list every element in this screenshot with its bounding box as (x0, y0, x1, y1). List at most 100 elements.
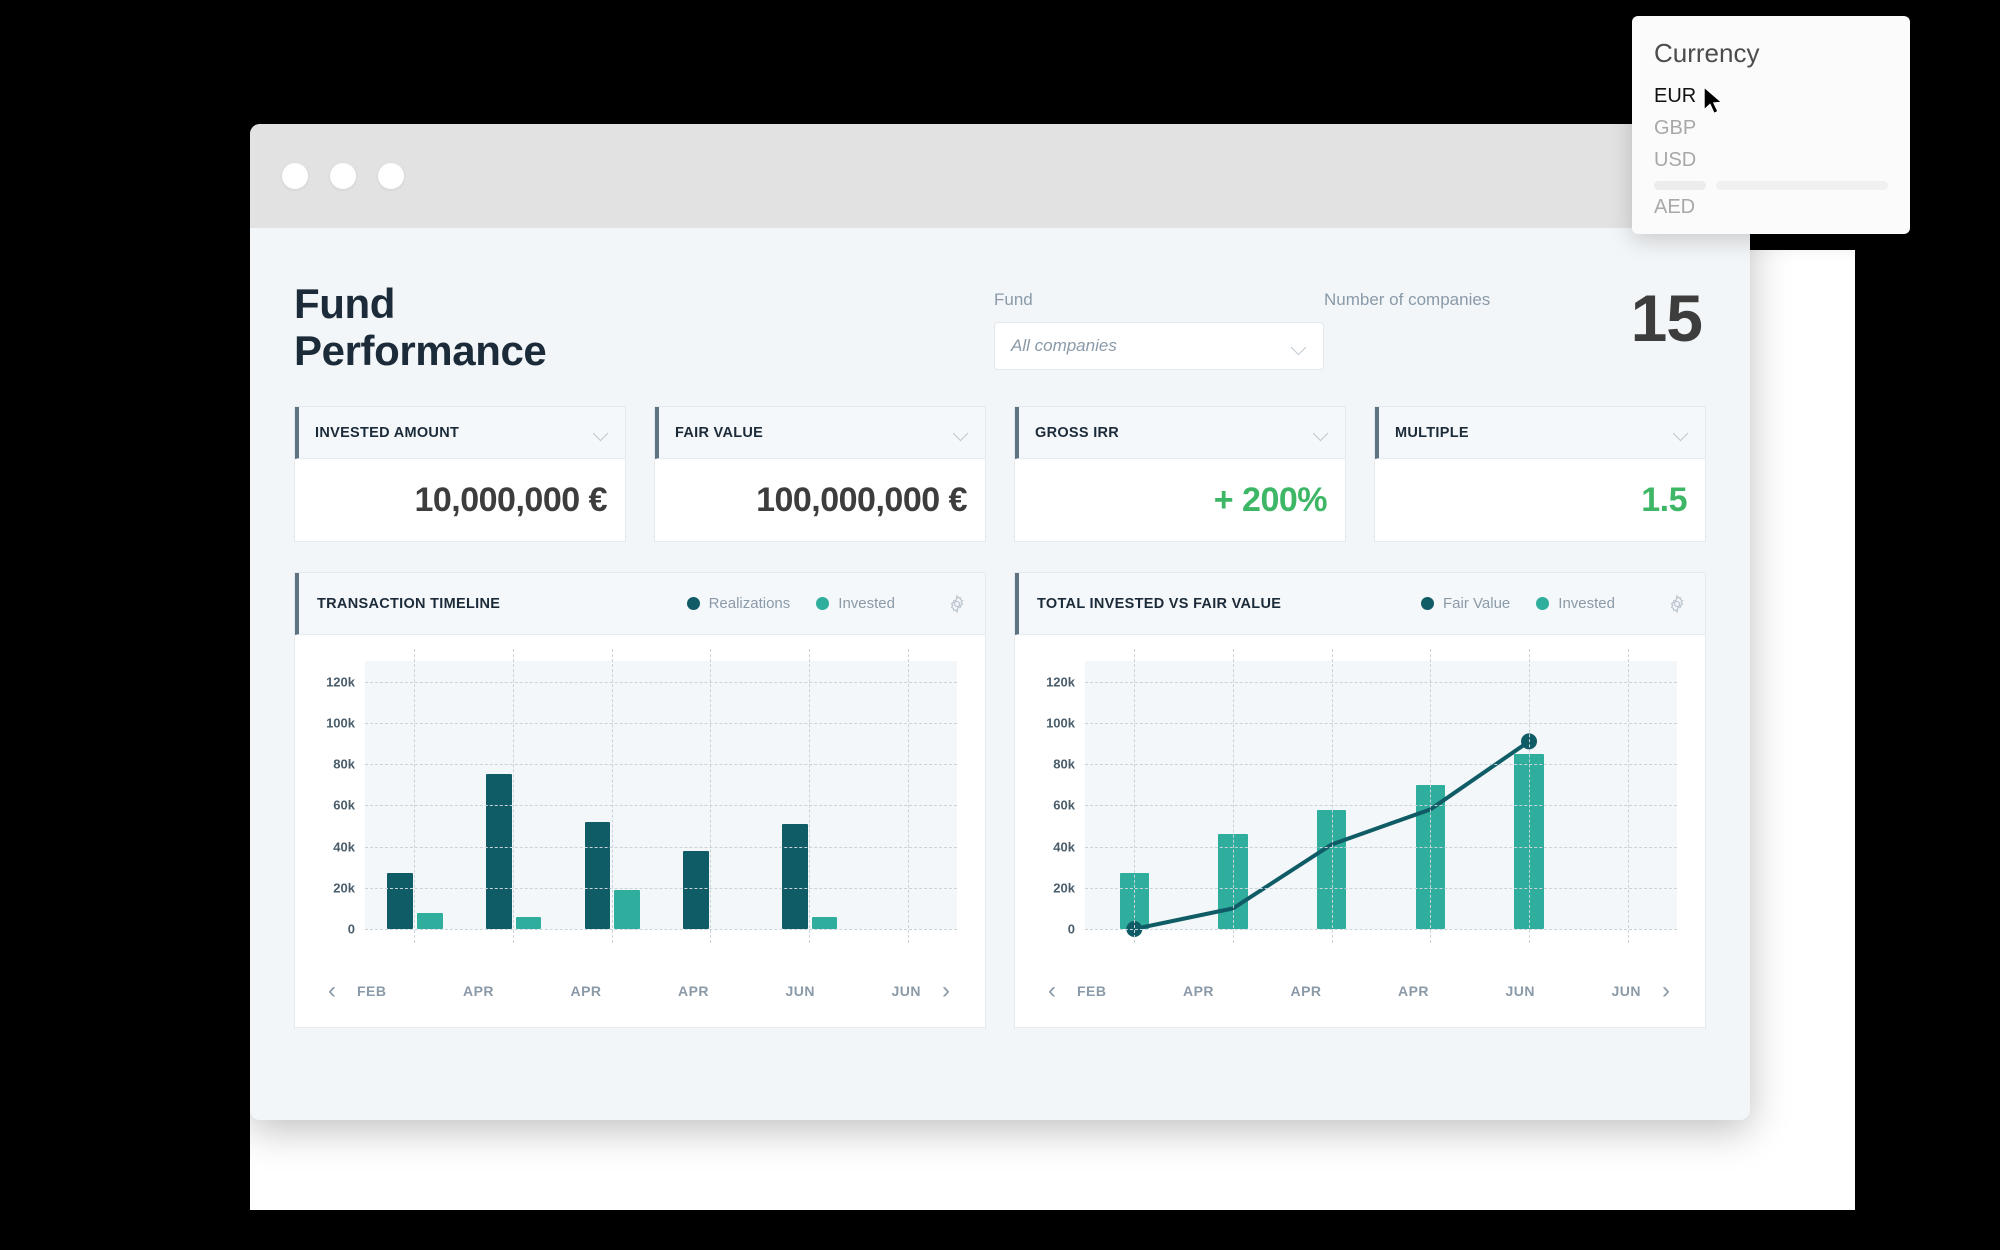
currency-option-usd[interactable]: USD (1654, 149, 1888, 172)
y-tick-label: 20k (333, 880, 355, 896)
kpi-card-invested-amount: INVESTED AMOUNT 10,000,000 € (294, 406, 626, 543)
kpi-body: 10,000,000 € (295, 459, 625, 541)
legend-label: Fair Value (1443, 595, 1511, 613)
maximize-icon[interactable] (378, 163, 404, 189)
currency-option-eur[interactable]: EUR (1654, 85, 1888, 108)
x-tick-label: JUN (1611, 983, 1641, 1000)
skeleton-bar-long (1716, 181, 1888, 190)
y-tick-label: 100k (326, 715, 355, 731)
x-tick-label: APR (1397, 983, 1430, 1000)
bar-invested (811, 916, 838, 930)
x-tick-label: APR (1290, 983, 1322, 1000)
chart-header: TRANSACTION TIMELINE Realizations Invest… (295, 573, 985, 636)
window-titlebar (250, 124, 1750, 228)
x-axis-left: ‹ FEB APR APR APR JUN JUN › (307, 961, 967, 1027)
kpi-label: MULTIPLE (1395, 424, 1469, 441)
chevron-down-icon[interactable] (953, 428, 969, 437)
next-page-chevron[interactable]: › (1655, 979, 1677, 1003)
chart-title: TOTAL INVESTED VS FAIR VALUE (1037, 595, 1282, 612)
minimize-icon[interactable] (330, 163, 356, 189)
chart-plot-area: 0 20k 40k 60k 80k 100k 120k ‹ FEB APR APR APR JUN J… (295, 635, 985, 1027)
gear-icon[interactable] (1667, 593, 1687, 614)
legend-label: Realizations (708, 595, 791, 613)
y-tick-label: 80k (1053, 756, 1075, 772)
chart-title: TRANSACTION TIMELINE (317, 595, 501, 612)
chevron-down-icon (1291, 342, 1307, 351)
screenshot-root: Fund Performance Fund All companies Numb… (0, 0, 2000, 1250)
kpi-value: 10,000,000 € (414, 480, 607, 519)
kpi-header[interactable]: GROSS IRR (1015, 407, 1345, 460)
y-tick-label: 100k (1046, 715, 1075, 731)
gridline-horizontal (365, 805, 957, 807)
kpi-value: 100,000,000 € (756, 480, 967, 519)
x-tick-label: APR (570, 983, 602, 1000)
legend-label: Invested (1558, 595, 1615, 613)
gridline-vertical (1430, 649, 1432, 944)
plot-right: 0 20k 40k 60k 80k 100k 120k (1027, 649, 1687, 961)
gridline-horizontal (1085, 681, 1677, 683)
gridline-horizontal (365, 887, 957, 889)
chevron-down-icon[interactable] (1673, 428, 1689, 437)
next-page-chevron[interactable]: › (935, 979, 957, 1003)
kpi-label: GROSS IRR (1035, 424, 1120, 441)
plot-left: 0 20k 40k 60k 80k 100k 120k (307, 649, 967, 961)
legend-item[interactable]: Invested (816, 595, 895, 612)
currency-title: Currency (1654, 38, 1760, 68)
currency-option-gbp[interactable]: GBP (1654, 117, 1888, 140)
gridline-vertical (414, 649, 416, 944)
page-title-line1: Fund (294, 280, 396, 327)
prev-page-chevron[interactable]: ‹ (321, 979, 343, 1003)
companies-count: 15 (1630, 281, 1703, 355)
prev-page-chevron[interactable]: ‹ (1041, 979, 1063, 1003)
skeleton-placeholder (1654, 181, 1888, 190)
y-tick-label: 80k (333, 756, 355, 772)
chart-card-total-invested-vs-fair-value: TOTAL INVESTED VS FAIR VALUE Fair Value … (1014, 572, 1706, 1029)
chart-legend: Realizations Invested (686, 593, 967, 614)
bar-realizations (387, 873, 414, 930)
legend-item[interactable]: Realizations (686, 595, 791, 613)
y-tick-label: 40k (1053, 839, 1075, 855)
y-tick-label: 60k (1053, 797, 1075, 813)
kpi-header[interactable]: MULTIPLE (1375, 407, 1705, 460)
y-axis-left: 0 20k 40k 60k 80k 100k 120k (307, 661, 359, 936)
gear-icon[interactable] (947, 593, 967, 614)
kpi-header[interactable]: INVESTED AMOUNT (295, 407, 625, 460)
gridline-vertical (1529, 649, 1530, 944)
bar-invested (614, 889, 640, 930)
fund-select[interactable]: All companies (994, 322, 1324, 370)
kpi-body: 100,000,000 € (655, 459, 985, 541)
kpi-row: INVESTED AMOUNT 10,000,000 € FAIR VALUE … (294, 406, 1706, 543)
y-tick-label: 0 (1067, 921, 1075, 937)
x-tick-label: APR (677, 983, 710, 1000)
gridline-horizontal (1085, 805, 1677, 807)
currency-option-aed[interactable]: AED (1654, 196, 1888, 219)
kpi-body: + 200% (1015, 459, 1345, 541)
bar-realizations (486, 774, 512, 930)
plot-grid-left (365, 649, 957, 944)
kpi-value: 1.5 (1641, 480, 1687, 519)
gridline-horizontal (1085, 764, 1677, 766)
legend-item[interactable]: Fair Value (1421, 595, 1510, 612)
chart-legend: Fair Value Invested (1421, 593, 1687, 614)
x-axis-right: ‹ FEB APR APR APR JUN JUN › (1027, 961, 1687, 1027)
close-icon[interactable] (282, 163, 308, 189)
chevron-down-icon[interactable] (593, 428, 609, 437)
gridline-horizontal (365, 722, 957, 724)
x-tick-label: JUN (1505, 983, 1536, 1000)
legend-label: Invested (838, 595, 895, 613)
bar-realizations (584, 821, 611, 930)
fund-label: Fund (994, 290, 1033, 309)
bars-left (365, 661, 957, 930)
bar-realizations (782, 823, 808, 930)
kpi-card-gross-irr: GROSS IRR + 200% (1014, 406, 1346, 543)
chevron-down-icon[interactable] (1313, 428, 1329, 437)
gridline-horizontal (1085, 929, 1677, 931)
kpi-header[interactable]: FAIR VALUE (655, 407, 985, 460)
gridline-horizontal (1085, 722, 1677, 724)
y-tick-label: 0 (347, 921, 355, 937)
companies-label: Number of companies (1324, 290, 1491, 309)
gridline-vertical (907, 649, 909, 944)
kpi-label: INVESTED AMOUNT (315, 424, 460, 441)
kpi-card-fair-value: FAIR VALUE 100,000,000 € (654, 406, 986, 543)
legend-item[interactable]: Invested (1536, 595, 1615, 612)
